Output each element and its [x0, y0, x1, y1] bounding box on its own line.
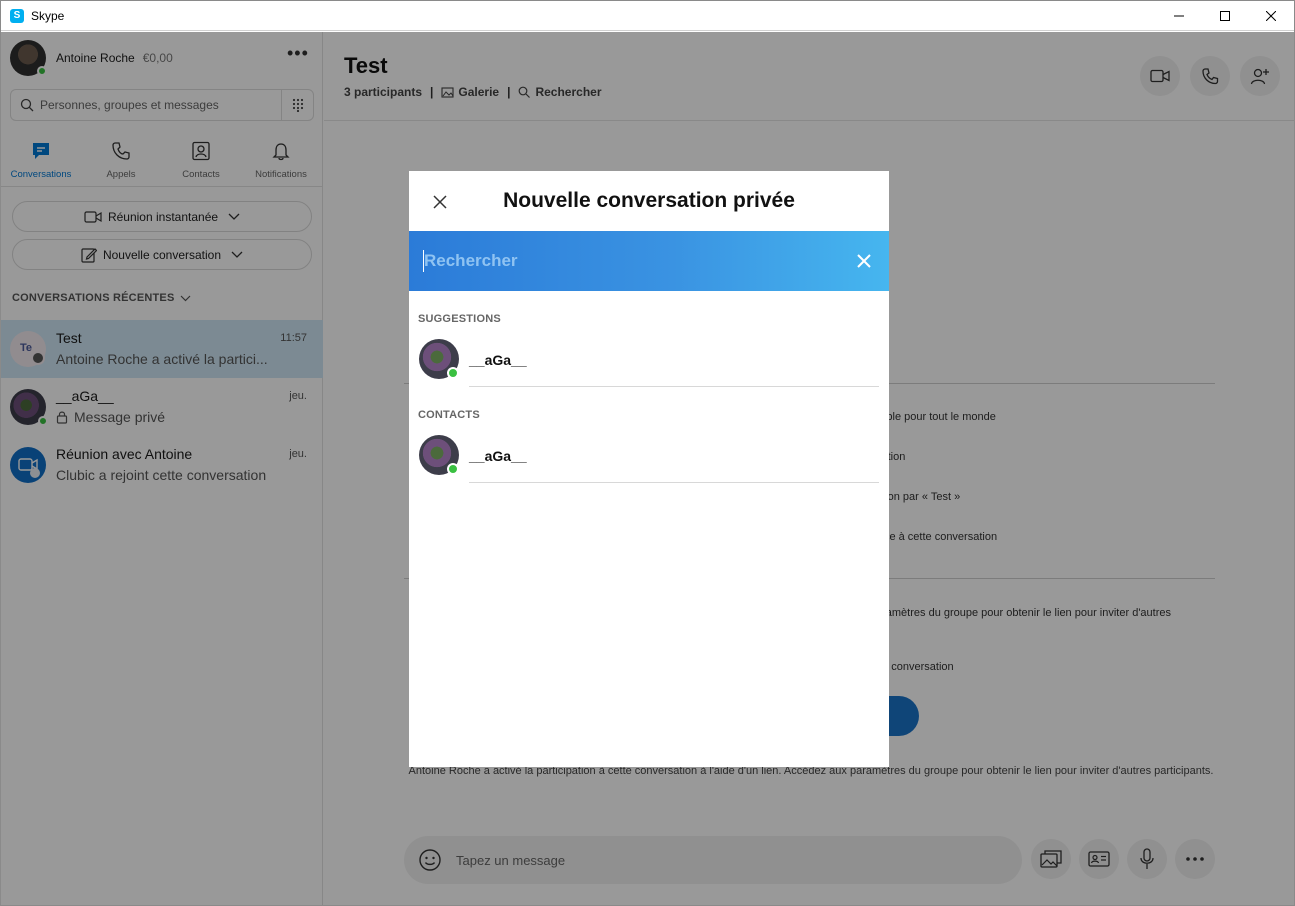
contact-name: __aGa__: [469, 352, 527, 368]
dialog-search-input[interactable]: Rechercher: [409, 231, 889, 291]
online-status-icon: [447, 367, 459, 379]
window-controls: [1156, 1, 1294, 31]
maximize-button[interactable]: [1202, 1, 1248, 31]
online-status-icon: [447, 463, 459, 475]
contact-name: __aGa__: [469, 448, 527, 464]
suggestion-item[interactable]: __aGa__: [409, 339, 889, 391]
contact-item[interactable]: __aGa__: [409, 435, 889, 487]
minimize-icon: [1174, 15, 1184, 17]
close-icon: [1266, 11, 1276, 21]
minimize-button[interactable]: [1156, 1, 1202, 31]
contacts-header: CONTACTS: [418, 409, 480, 421]
divider: [469, 482, 879, 483]
skype-window: S Skype Antoine Roche €0,00 ••• Personne…: [0, 0, 1295, 906]
skype-logo-icon: S: [10, 8, 24, 23]
divider: [469, 386, 879, 387]
suggestions-header: SUGGESTIONS: [418, 313, 501, 325]
close-icon: [857, 254, 871, 268]
clear-search-button[interactable]: [853, 250, 875, 272]
window-title: Skype: [31, 8, 65, 23]
close-icon: [433, 195, 447, 209]
title-bar: S Skype: [1, 1, 1294, 31]
close-dialog-button[interactable]: [429, 191, 451, 213]
dialog-search-placeholder: Rechercher: [424, 251, 518, 270]
dialog-title: Nouvelle conversation privée: [503, 189, 795, 212]
maximize-icon: [1220, 11, 1230, 21]
new-private-conversation-dialog: Nouvelle conversation privée Rechercher …: [409, 171, 889, 767]
close-window-button[interactable]: [1248, 1, 1294, 31]
